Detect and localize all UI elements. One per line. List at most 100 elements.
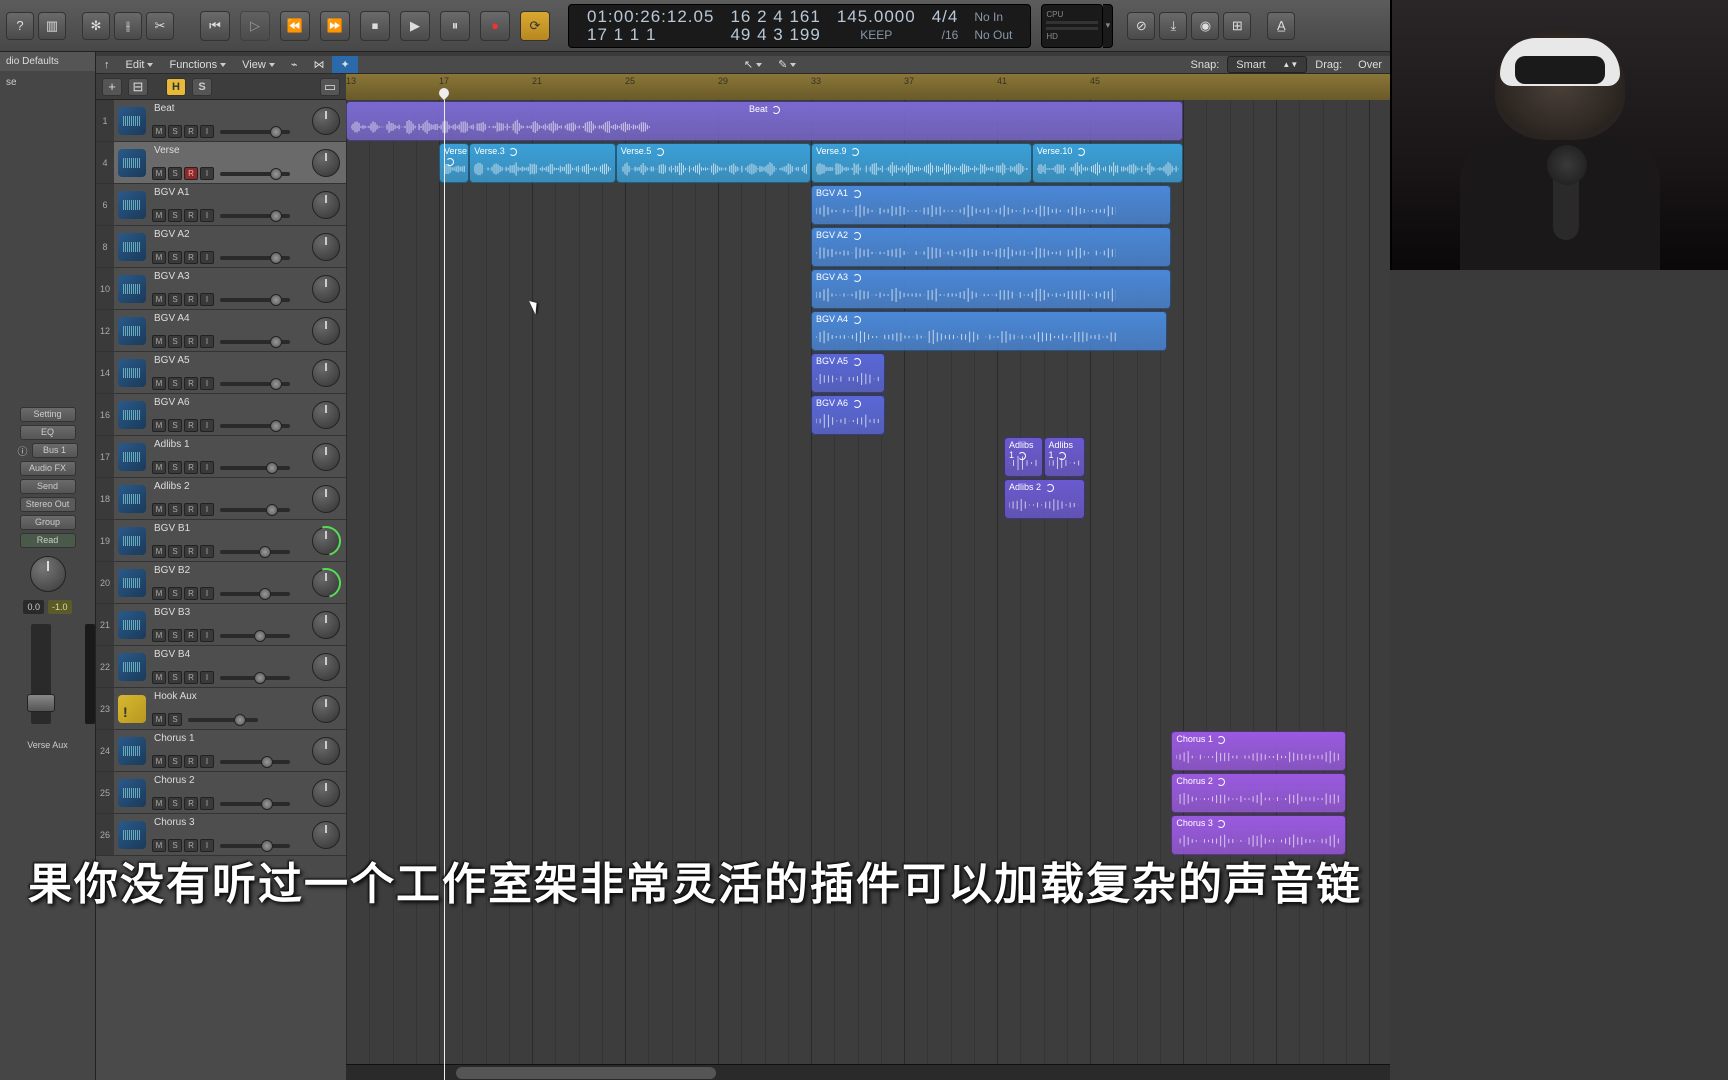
track-row[interactable]: 4 Verse MSRI xyxy=(96,142,346,184)
mute-button[interactable]: M xyxy=(152,461,166,474)
record-enable-button[interactable]: R xyxy=(184,755,198,768)
hide-button[interactable]: H xyxy=(166,78,186,96)
playhead-handle[interactable] xyxy=(437,86,451,100)
track-name[interactable]: BGV A1 xyxy=(152,187,308,198)
solo-button[interactable]: S xyxy=(192,78,212,96)
track-row[interactable]: 25 Chorus 2 MSRI xyxy=(96,772,346,814)
record-enable-button[interactable]: R xyxy=(184,587,198,600)
volume-slider[interactable] xyxy=(220,508,290,512)
pencil-tool-icon[interactable]: ✎ xyxy=(770,56,804,73)
input-monitor-button[interactable]: I xyxy=(200,377,214,390)
track-row[interactable]: 17 Adlibs 1 MSRI xyxy=(96,436,346,478)
track-name[interactable]: Beat xyxy=(152,103,308,114)
library-icon[interactable]: ▥ xyxy=(38,12,66,40)
volume-slider[interactable] xyxy=(220,298,290,302)
cycle-icon[interactable]: ⟳ xyxy=(520,11,550,41)
pan-knob[interactable] xyxy=(312,107,340,135)
edit-menu[interactable]: Edit xyxy=(118,56,162,73)
volume-slider[interactable] xyxy=(220,844,290,848)
solo-button[interactable]: S xyxy=(168,671,182,684)
input-monitor-button[interactable]: I xyxy=(200,503,214,516)
stereo-out-button[interactable]: Stereo Out xyxy=(20,497,76,512)
pan-knob[interactable] xyxy=(312,695,340,723)
audio-region[interactable]: BGV A4 xyxy=(811,311,1167,351)
track-row[interactable]: 1 Beat MSRI xyxy=(96,100,346,142)
play-icon[interactable]: ▶ xyxy=(400,11,430,41)
view-menu[interactable]: View xyxy=(234,56,283,73)
pan-knob[interactable] xyxy=(312,149,340,177)
volume-slider[interactable] xyxy=(220,760,290,764)
solo-button[interactable]: S xyxy=(168,419,182,432)
setting-button[interactable]: Setting xyxy=(20,407,76,422)
waveform-icon[interactable] xyxy=(118,359,146,387)
input-monitor-button[interactable]: I xyxy=(200,125,214,138)
pause-icon[interactable]: ⏸ xyxy=(440,11,470,41)
solo-button[interactable]: S xyxy=(168,335,182,348)
solo-button[interactable]: S xyxy=(168,377,182,390)
pan-knob[interactable] xyxy=(312,317,340,345)
pan-knob[interactable] xyxy=(312,233,340,261)
pan-knob[interactable] xyxy=(312,569,340,597)
performance-meter[interactable]: CPU HD xyxy=(1041,4,1103,48)
track-row[interactable]: 6 BGV A1 MSRI xyxy=(96,184,346,226)
functions-menu[interactable]: Functions xyxy=(161,56,234,73)
channel-fader[interactable] xyxy=(31,624,51,724)
marquee-icon[interactable]: ✦ xyxy=(332,56,357,73)
scissors-icon[interactable]: ✂ xyxy=(146,12,174,40)
record-icon[interactable]: ● xyxy=(480,11,510,41)
volume-slider[interactable] xyxy=(220,676,290,680)
catch-icon[interactable]: ↑ xyxy=(96,56,118,73)
mute-button[interactable]: M xyxy=(152,755,166,768)
input-monitor-button[interactable]: I xyxy=(200,797,214,810)
track-name[interactable]: Hook Aux xyxy=(152,691,308,702)
record-enable-button[interactable]: R xyxy=(184,377,198,390)
bar-ruler[interactable]: 131721252933374145 xyxy=(346,74,1390,100)
mute-button[interactable]: M xyxy=(152,377,166,390)
solo-button[interactable]: S xyxy=(168,209,182,222)
input-monitor-button[interactable]: I xyxy=(200,167,214,180)
volume-slider[interactable] xyxy=(220,340,290,344)
rewind-icon[interactable]: ⏪ xyxy=(280,11,310,41)
toolbar-btn-2[interactable]: ⤓ xyxy=(1159,12,1187,40)
track-row[interactable]: 14 BGV A5 MSRI xyxy=(96,352,346,394)
audio-region[interactable]: Chorus 1 xyxy=(1171,731,1345,771)
track-row[interactable]: 24 Chorus 1 MSRI xyxy=(96,730,346,772)
solo-button[interactable]: S xyxy=(168,125,182,138)
track-row[interactable]: 18 Adlibs 2 MSRI xyxy=(96,478,346,520)
mute-button[interactable]: M xyxy=(152,545,166,558)
volume-slider[interactable] xyxy=(220,172,290,176)
waveform-icon[interactable] xyxy=(118,443,146,471)
playhead[interactable] xyxy=(444,100,445,1080)
pan-knob[interactable] xyxy=(312,779,340,807)
solo-button[interactable]: S xyxy=(168,755,182,768)
waveform-icon[interactable] xyxy=(118,485,146,513)
pointer-tool-icon[interactable]: ↖ xyxy=(736,56,770,73)
lcd-display[interactable]: 01:00:26:12.0517 1 1 1 16 2 4 16149 4 3 … xyxy=(568,4,1031,48)
waveform-icon[interactable] xyxy=(118,653,146,681)
mute-button[interactable]: M xyxy=(152,629,166,642)
pan-knob[interactable] xyxy=(30,556,66,592)
arrange-area[interactable]: 131721252933374145 Beat Verse Verse.3 Ve… xyxy=(346,74,1390,1080)
input-monitor-button[interactable]: I xyxy=(200,461,214,474)
waveform-icon[interactable] xyxy=(118,737,146,765)
volume-slider[interactable] xyxy=(220,382,290,386)
eq-button[interactable]: EQ xyxy=(20,425,76,440)
track-name[interactable]: Chorus 1 xyxy=(152,733,308,744)
audio-region[interactable]: BGV A6 xyxy=(811,395,885,435)
record-enable-button[interactable]: R xyxy=(184,629,198,642)
arrange-grid[interactable]: Beat Verse Verse.3 Verse.5 Verse.9 Verse… xyxy=(346,100,1390,1080)
track-row[interactable]: 19 BGV B1 MSRI xyxy=(96,520,346,562)
solo-button[interactable]: S xyxy=(168,587,182,600)
input-monitor-button[interactable]: I xyxy=(200,251,214,264)
record-enable-button[interactable]: R xyxy=(184,545,198,558)
volume-slider[interactable] xyxy=(220,466,290,470)
global-tracks-button[interactable]: ▭ xyxy=(320,78,340,96)
track-row[interactable]: 8 BGV A2 MSRI xyxy=(96,226,346,268)
mute-button[interactable]: M xyxy=(152,167,166,180)
waveform-icon[interactable] xyxy=(118,611,146,639)
add-track-button[interactable]: + xyxy=(102,78,122,96)
stop-icon[interactable]: ⏹ xyxy=(360,11,390,41)
track-name[interactable]: BGV B1 xyxy=(152,523,308,534)
waveform-icon[interactable] xyxy=(118,569,146,597)
solo-button[interactable]: S xyxy=(168,251,182,264)
